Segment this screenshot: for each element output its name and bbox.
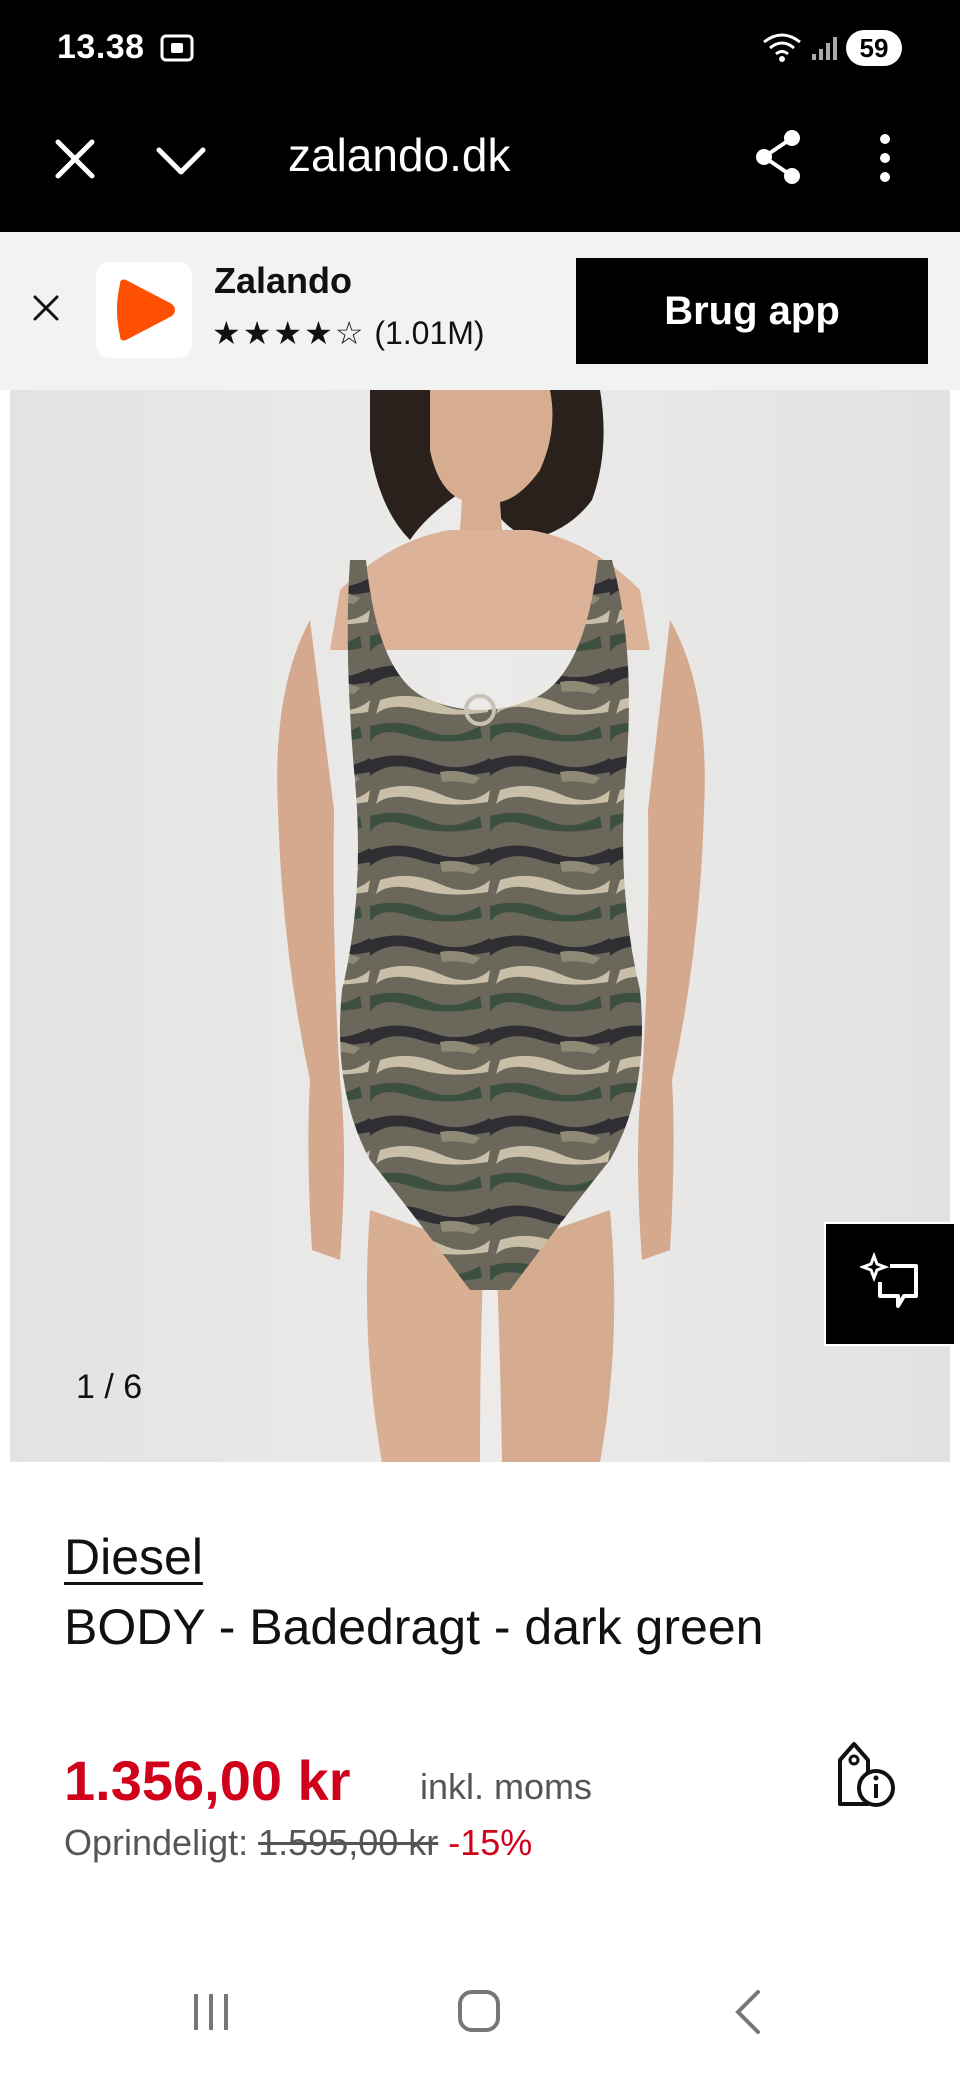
- status-bar: 13.38 59: [0, 0, 960, 104]
- product-photo: [277, 390, 705, 1462]
- nav-home-icon[interactable]: [456, 1988, 502, 2034]
- vat-note: inkl. moms: [420, 1766, 593, 1807]
- status-time: 13.38: [57, 28, 145, 66]
- zalando-logo-icon: [96, 262, 192, 358]
- image-counter: 1 / 6: [76, 1368, 143, 1406]
- chevron-down-icon[interactable]: [155, 142, 207, 178]
- nav-recents-icon[interactable]: [190, 1990, 232, 2034]
- original-price-row: Oprindeligt: 1.595,00 kr -15%: [64, 1822, 532, 1864]
- signal-icon: [812, 37, 837, 60]
- battery-indicator: 59: [846, 30, 902, 66]
- browser-toolbar: zalando.dk: [0, 104, 960, 232]
- app-rating: ★★★★☆ (1.01M): [212, 314, 485, 352]
- product-image[interactable]: 1 / 6: [10, 390, 950, 1462]
- price-tag-info-icon[interactable]: [830, 1740, 898, 1810]
- screen-record-icon: [160, 34, 194, 62]
- wifi-icon: [763, 33, 801, 62]
- original-label: Oprindeligt:: [64, 1822, 249, 1863]
- original-price: 1.595,00 kr: [258, 1822, 439, 1863]
- open-app-button[interactable]: Brug app: [576, 258, 928, 364]
- close-icon[interactable]: [52, 136, 98, 182]
- share-icon[interactable]: [752, 128, 804, 186]
- product-title: BODY - Badedragt - dark green: [64, 1599, 764, 1655]
- rating-count: (1.01M): [374, 315, 485, 351]
- more-vertical-icon[interactable]: [868, 132, 902, 184]
- nav-back-icon[interactable]: [730, 1988, 764, 2036]
- close-icon[interactable]: [32, 294, 60, 322]
- current-price: 1.356,00 kr: [64, 1749, 351, 1812]
- app-install-banner: Zalando ★★★★☆ (1.01M) Brug app: [0, 232, 960, 390]
- rating-stars: ★★★★☆: [212, 315, 366, 351]
- ai-sparkle-button[interactable]: [824, 1222, 956, 1346]
- discount-badge: -15%: [448, 1822, 533, 1863]
- brand-link[interactable]: Diesel: [64, 1528, 203, 1586]
- app-name: Zalando: [214, 260, 353, 301]
- system-nav-bar: [0, 1960, 960, 2080]
- ai-sparkle-icon: [860, 1252, 918, 1308]
- url-text[interactable]: zalando.dk: [288, 128, 511, 182]
